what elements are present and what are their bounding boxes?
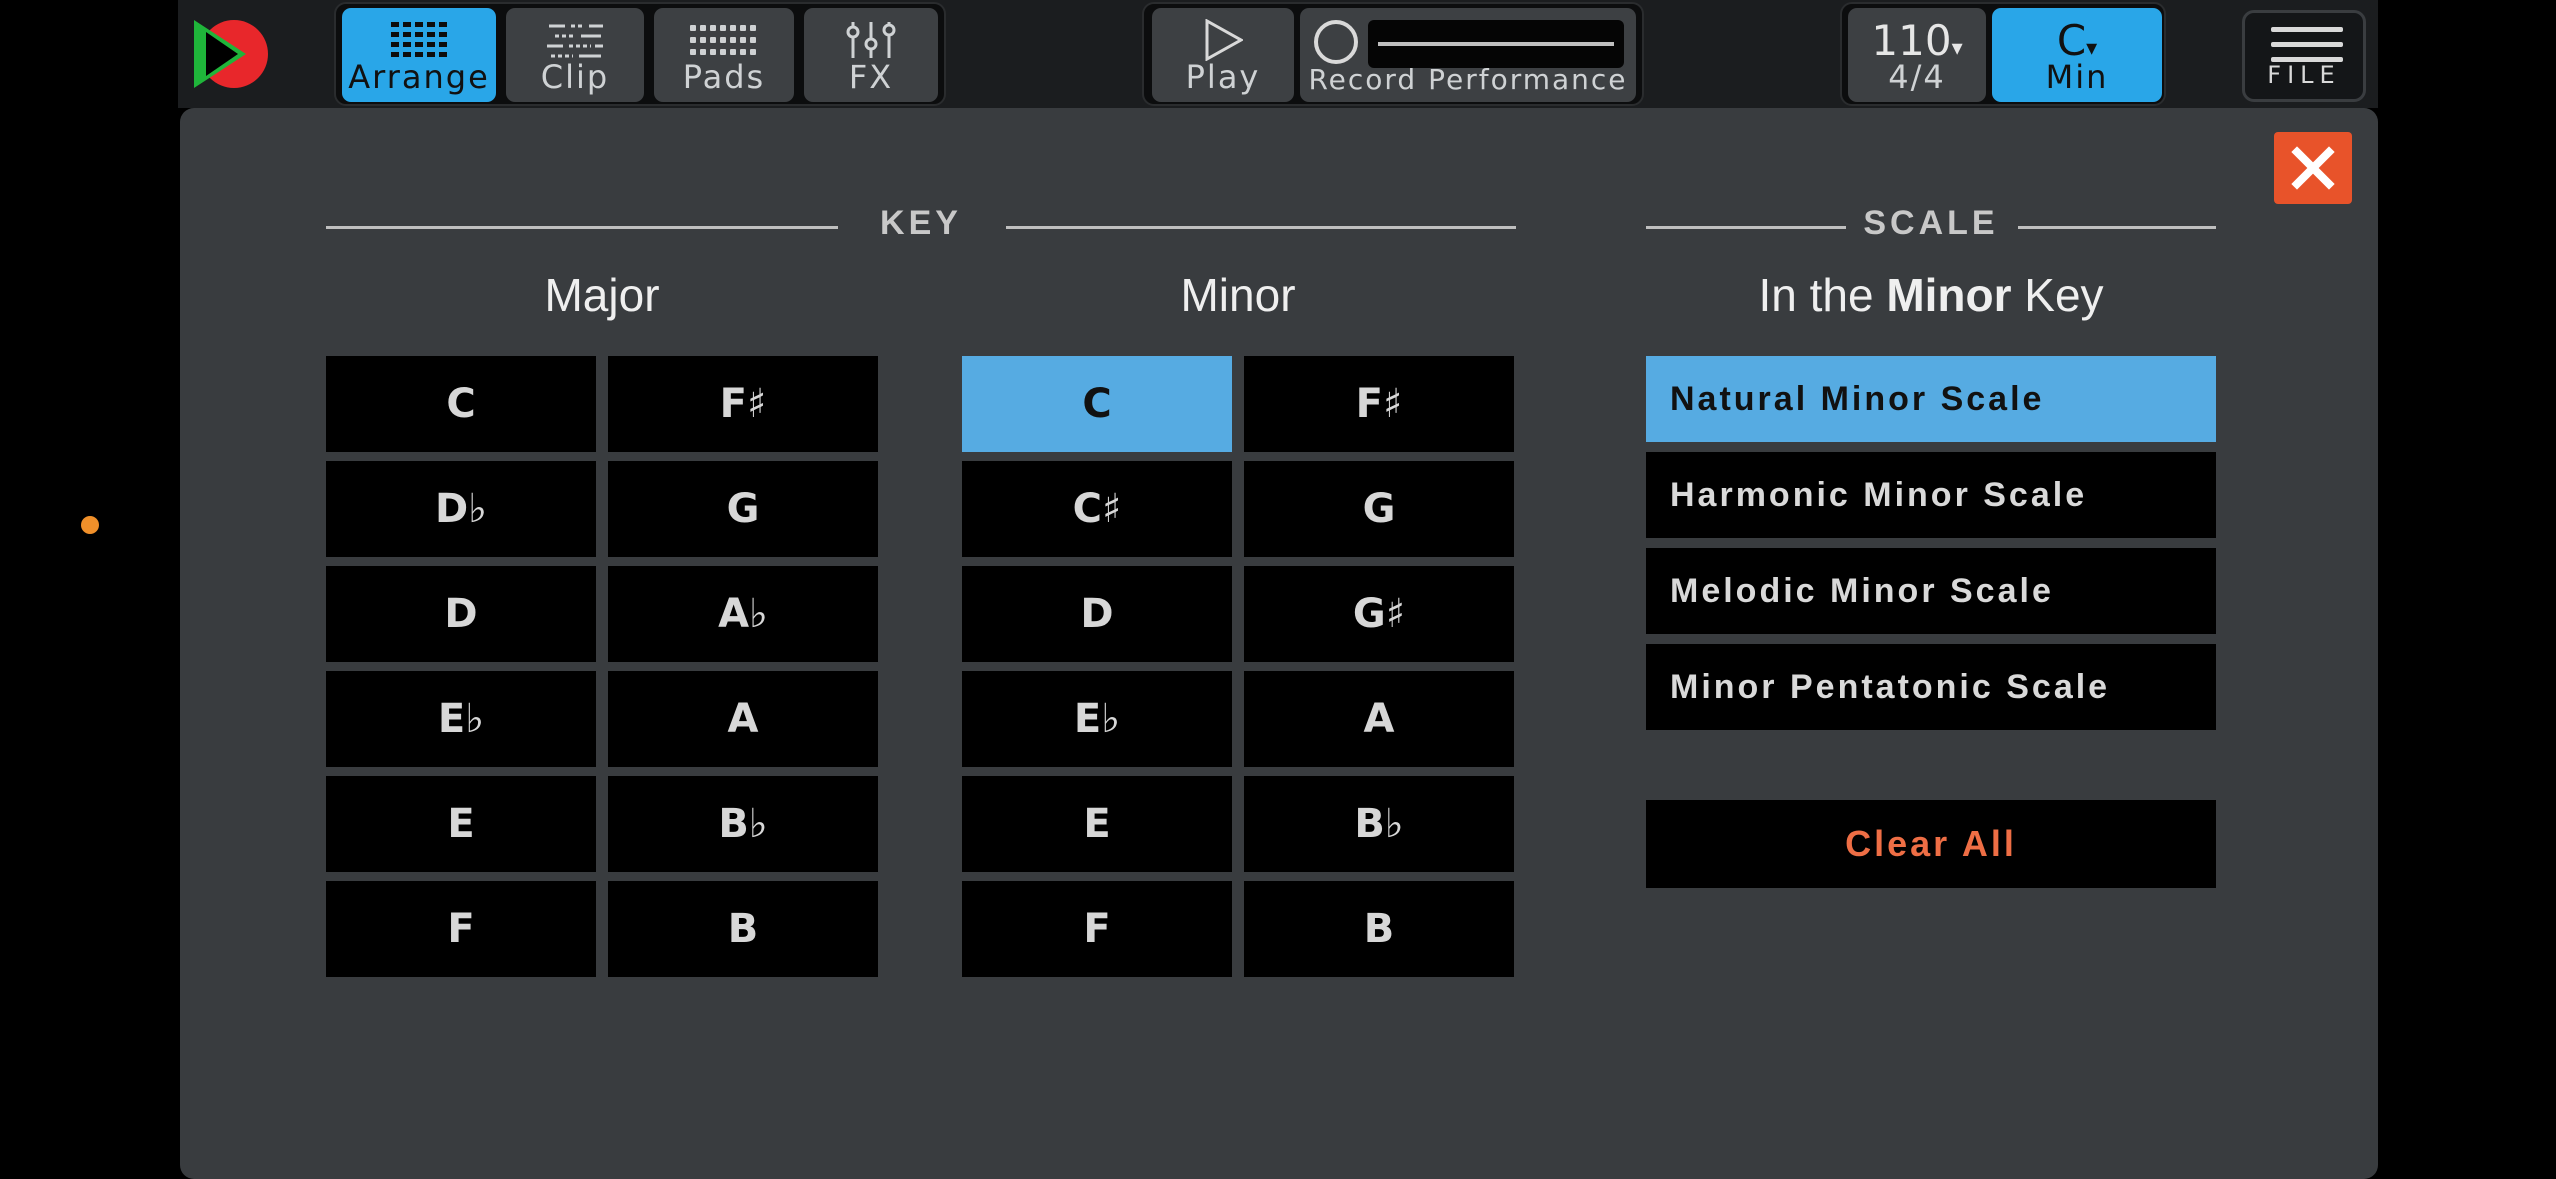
tab-clip-label: Clip xyxy=(540,58,610,96)
major-key-button[interactable]: B xyxy=(608,881,878,977)
minor-key-button[interactable]: F xyxy=(962,881,1232,977)
minor-heading: Minor xyxy=(1180,269,1296,321)
hamburger-icon xyxy=(2271,27,2343,63)
piano-roll-icon xyxy=(506,20,644,60)
play-icon xyxy=(1152,19,1294,61)
major-key-button[interactable]: A xyxy=(608,671,878,767)
scale-option[interactable]: Melodic Minor Scale xyxy=(1646,548,2216,634)
key-section-header: KEY xyxy=(326,204,1516,254)
indicator-dot xyxy=(81,516,99,534)
tab-pads-label: Pads xyxy=(682,58,766,96)
major-key-button[interactable]: F♯ xyxy=(608,356,878,452)
scale-option-selected[interactable]: Natural Minor Scale xyxy=(1646,356,2216,442)
major-key-button[interactable]: D xyxy=(326,566,596,662)
minor-key-button[interactable]: G♯ xyxy=(1244,566,1514,662)
key-mode: Min xyxy=(2045,58,2109,96)
major-heading: Major xyxy=(544,269,660,321)
tab-clip[interactable]: Clip xyxy=(506,8,644,102)
tempo-key-group: 110▾ 4/4 C▾ Min xyxy=(1840,2,2166,106)
minor-key-button[interactable]: E xyxy=(962,776,1232,872)
tab-arrange-label: Arrange xyxy=(348,58,490,96)
sliders-icon xyxy=(804,20,938,60)
file-menu-button[interactable]: FILE xyxy=(2242,10,2366,102)
major-key-button[interactable]: G xyxy=(608,461,878,557)
scale-section-header: SCALE xyxy=(1646,204,2216,254)
tab-pads[interactable]: Pads xyxy=(654,8,794,102)
close-icon xyxy=(2291,146,2335,190)
scale-title: SCALE xyxy=(1863,204,1999,242)
minor-key-button[interactable]: G xyxy=(1244,461,1514,557)
play-button[interactable]: Play xyxy=(1152,8,1294,102)
tempo-button[interactable]: 110▾ 4/4 xyxy=(1848,8,1986,102)
minor-key-button[interactable]: D xyxy=(962,566,1232,662)
major-key-button[interactable]: E xyxy=(326,776,596,872)
pads-icon xyxy=(654,20,794,60)
grid-icon xyxy=(342,20,496,60)
major-key-button[interactable]: C xyxy=(326,356,596,452)
key-button[interactable]: C▾ Min xyxy=(1992,8,2162,102)
tab-arrange[interactable]: Arrange xyxy=(342,8,496,102)
record-label: Record Performance xyxy=(1308,63,1628,96)
app-logo[interactable] xyxy=(188,18,274,90)
clear-all-button[interactable]: Clear All xyxy=(1646,800,2216,888)
major-key-button[interactable]: B♭ xyxy=(608,776,878,872)
major-key-button[interactable]: F xyxy=(326,881,596,977)
transport-controls: Play Record Performance xyxy=(1142,2,1644,106)
scale-option[interactable]: Harmonic Minor Scale xyxy=(1646,452,2216,538)
view-tabs: Arrange Clip Pads FX xyxy=(334,2,946,106)
scale-subtitle: In the Minor Key xyxy=(1758,269,2104,321)
record-progress-bar xyxy=(1368,20,1624,68)
key-title: KEY xyxy=(880,204,962,242)
minor-key-button[interactable]: B♭ xyxy=(1244,776,1514,872)
major-key-button[interactable]: A♭ xyxy=(608,566,878,662)
file-label: FILE xyxy=(2267,61,2341,89)
record-icon xyxy=(1314,20,1358,64)
minor-key-button[interactable]: B xyxy=(1244,881,1514,977)
time-signature: 4/4 xyxy=(1888,58,1946,96)
minor-key-button[interactable]: E♭ xyxy=(962,671,1232,767)
major-key-button[interactable]: E♭ xyxy=(326,671,596,767)
tab-fx-label: FX xyxy=(848,58,894,96)
major-key-button[interactable]: D♭ xyxy=(326,461,596,557)
minor-key-button-selected[interactable]: C xyxy=(962,356,1232,452)
minor-key-button[interactable]: F♯ xyxy=(1244,356,1514,452)
record-performance-button[interactable]: Record Performance xyxy=(1300,8,1636,102)
minor-key-button[interactable]: A xyxy=(1244,671,1514,767)
play-label: Play xyxy=(1185,58,1261,96)
close-button[interactable] xyxy=(2274,132,2352,204)
scale-option[interactable]: Minor Pentatonic Scale xyxy=(1646,644,2216,730)
tab-fx[interactable]: FX xyxy=(804,8,938,102)
minor-key-button[interactable]: C♯ xyxy=(962,461,1232,557)
